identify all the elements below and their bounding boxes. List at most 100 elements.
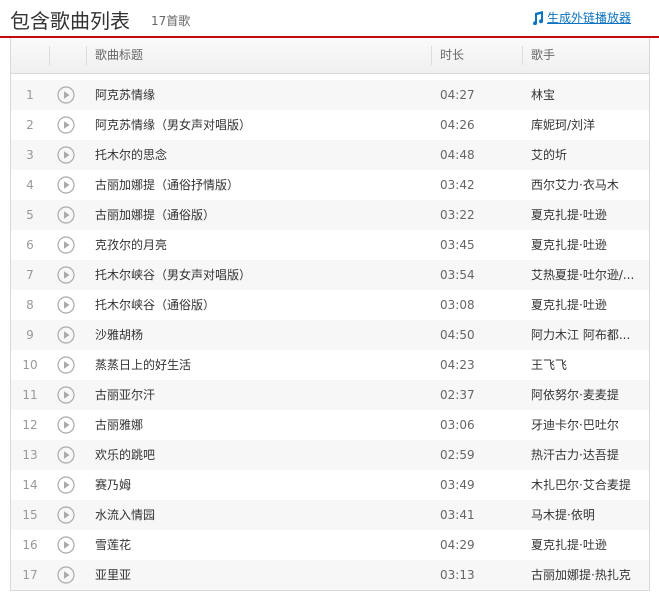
table-row[interactable]: 12 古丽雅娜 03:06 牙迪卡尔·巴吐尔: [11, 410, 649, 440]
table-row[interactable]: 6 克孜尔的月亮 03:45 夏克扎提·吐逊: [11, 230, 649, 260]
song-title[interactable]: 雪莲花: [95, 530, 425, 560]
song-title[interactable]: 欢乐的跳吧: [95, 440, 425, 470]
table-row[interactable]: 11 古丽亚尔汗 02:37 阿依努尔·麦麦提: [11, 380, 649, 410]
play-circle-icon[interactable]: [57, 476, 75, 494]
song-artist[interactable]: 马木提·依明: [531, 500, 639, 530]
table-row[interactable]: 8 托木尔峡谷（通俗版） 03:08 夏克扎提·吐逊: [11, 290, 649, 320]
table-row[interactable]: 14 赛乃姆 03:49 木扎巴尔·艾合麦提: [11, 470, 649, 500]
song-artist[interactable]: 库妮珂/刘洋: [531, 110, 639, 140]
song-title[interactable]: 古丽雅娜: [95, 410, 425, 440]
play-button[interactable]: [57, 200, 75, 230]
play-circle-icon[interactable]: [57, 206, 75, 224]
table-row[interactable]: 13 欢乐的跳吧 02:59 热汗古力·达吾提: [11, 440, 649, 470]
play-button[interactable]: [57, 320, 75, 350]
play-button[interactable]: [57, 530, 75, 560]
song-title[interactable]: 水流入情园: [95, 500, 425, 530]
song-artist[interactable]: 艾热夏提·吐尔逊/...: [531, 260, 639, 290]
song-artist[interactable]: 夏克扎提·吐逊: [531, 290, 639, 320]
play-circle-icon[interactable]: [57, 266, 75, 284]
song-artist[interactable]: 夏克扎提·吐逊: [531, 200, 639, 230]
song-duration: 03:22: [440, 208, 475, 222]
song-title[interactable]: 托木尔峡谷（通俗版）: [95, 290, 425, 320]
play-button[interactable]: [57, 170, 75, 200]
play-button[interactable]: [57, 380, 75, 410]
track-number: 7: [26, 268, 34, 282]
table-row[interactable]: 2 阿克苏情缘（男女声对唱版） 04:26 库妮珂/刘洋: [11, 110, 649, 140]
table-row[interactable]: 7 托木尔峡谷（男女声对唱版） 03:54 艾热夏提·吐尔逊/...: [11, 260, 649, 290]
song-duration: 02:37: [440, 388, 475, 402]
table-row[interactable]: 16 雪莲花 04:29 夏克扎提·吐逊: [11, 530, 649, 560]
song-artist[interactable]: 阿力木江 阿布都...: [531, 320, 639, 350]
song-title[interactable]: 托木尔的思念: [95, 140, 425, 170]
column-separator: [49, 46, 50, 65]
song-artist[interactable]: 木扎巴尔·艾合麦提: [531, 470, 639, 500]
song-title[interactable]: 托木尔峡谷（男女声对唱版）: [95, 260, 425, 290]
song-duration: 04:26: [440, 118, 475, 132]
table-row[interactable]: 17 亚里亚 03:13 古丽加娜提·热扎克: [11, 560, 649, 590]
play-circle-icon[interactable]: [57, 416, 75, 434]
table-row[interactable]: 4 古丽加娜提（通俗抒情版） 03:42 西尔艾力·衣马木: [11, 170, 649, 200]
play-button[interactable]: [57, 350, 75, 380]
play-circle-icon[interactable]: [57, 506, 75, 524]
play-circle-icon[interactable]: [57, 536, 75, 554]
song-title[interactable]: 古丽加娜提（通俗抒情版）: [95, 170, 425, 200]
table-row[interactable]: 10 蒸蒸日上的好生活 04:23 王飞飞: [11, 350, 649, 380]
song-title[interactable]: 赛乃姆: [95, 470, 425, 500]
play-button[interactable]: [57, 230, 75, 260]
play-button[interactable]: [57, 80, 75, 110]
page-title: 包含歌曲列表: [10, 9, 130, 33]
play-button[interactable]: [57, 290, 75, 320]
song-artist[interactable]: 林宝: [531, 80, 639, 110]
play-circle-icon[interactable]: [57, 356, 75, 374]
play-button[interactable]: [57, 470, 75, 500]
play-button[interactable]: [57, 140, 75, 170]
play-circle-icon[interactable]: [57, 176, 75, 194]
song-title[interactable]: 古丽亚尔汗: [95, 380, 425, 410]
song-duration: 02:59: [440, 448, 475, 462]
play-button[interactable]: [57, 410, 75, 440]
song-artist[interactable]: 阿依努尔·麦麦提: [531, 380, 639, 410]
song-title[interactable]: 亚里亚: [95, 560, 425, 590]
table-row[interactable]: 9 沙雅胡杨 04:50 阿力木江 阿布都...: [11, 320, 649, 350]
table-row[interactable]: 1 阿克苏情缘 04:27 林宝: [11, 80, 649, 110]
table-row[interactable]: 5 古丽加娜提（通俗版） 03:22 夏克扎提·吐逊: [11, 200, 649, 230]
track-number: 6: [26, 238, 34, 252]
play-circle-icon[interactable]: [57, 236, 75, 254]
track-number: 10: [22, 358, 38, 372]
play-circle-icon[interactable]: [57, 296, 75, 314]
song-artist[interactable]: 夏克扎提·吐逊: [531, 230, 639, 260]
play-circle-icon[interactable]: [57, 386, 75, 404]
song-artist[interactable]: 西尔艾力·衣马木: [531, 170, 639, 200]
play-circle-icon[interactable]: [57, 446, 75, 464]
table-row[interactable]: 3 托木尔的思念 04:48 艾的圻: [11, 140, 649, 170]
song-artist[interactable]: 古丽加娜提·热扎克: [531, 560, 639, 590]
track-number: 11: [22, 388, 38, 402]
table-row[interactable]: 15 水流入情园 03:41 马木提·依明: [11, 500, 649, 530]
song-title[interactable]: 克孜尔的月亮: [95, 230, 425, 260]
track-number: 2: [26, 118, 34, 132]
song-artist[interactable]: 艾的圻: [531, 140, 639, 170]
play-circle-icon[interactable]: [57, 86, 75, 104]
song-title[interactable]: 蒸蒸日上的好生活: [95, 350, 425, 380]
track-number: 15: [22, 508, 38, 522]
play-button[interactable]: [57, 500, 75, 530]
song-title[interactable]: 古丽加娜提（通俗版）: [95, 200, 425, 230]
song-duration: 04:50: [440, 328, 475, 342]
play-circle-icon[interactable]: [57, 116, 75, 134]
external-player-link-label[interactable]: 生成外链播放器: [547, 9, 631, 26]
play-button[interactable]: [57, 260, 75, 290]
song-title[interactable]: 沙雅胡杨: [95, 320, 425, 350]
play-circle-icon[interactable]: [57, 146, 75, 164]
song-artist[interactable]: 王飞飞: [531, 350, 639, 380]
play-button[interactable]: [57, 560, 75, 590]
play-button[interactable]: [57, 110, 75, 140]
play-button[interactable]: [57, 440, 75, 470]
song-artist[interactable]: 夏克扎提·吐逊: [531, 530, 639, 560]
song-artist[interactable]: 牙迪卡尔·巴吐尔: [531, 410, 639, 440]
generate-external-player-link[interactable]: 生成外链播放器: [531, 9, 631, 26]
song-artist[interactable]: 热汗古力·达吾提: [531, 440, 639, 470]
song-title[interactable]: 阿克苏情缘（男女声对唱版）: [95, 110, 425, 140]
play-circle-icon[interactable]: [57, 326, 75, 344]
play-circle-icon[interactable]: [57, 566, 75, 584]
song-title[interactable]: 阿克苏情缘: [95, 80, 425, 110]
